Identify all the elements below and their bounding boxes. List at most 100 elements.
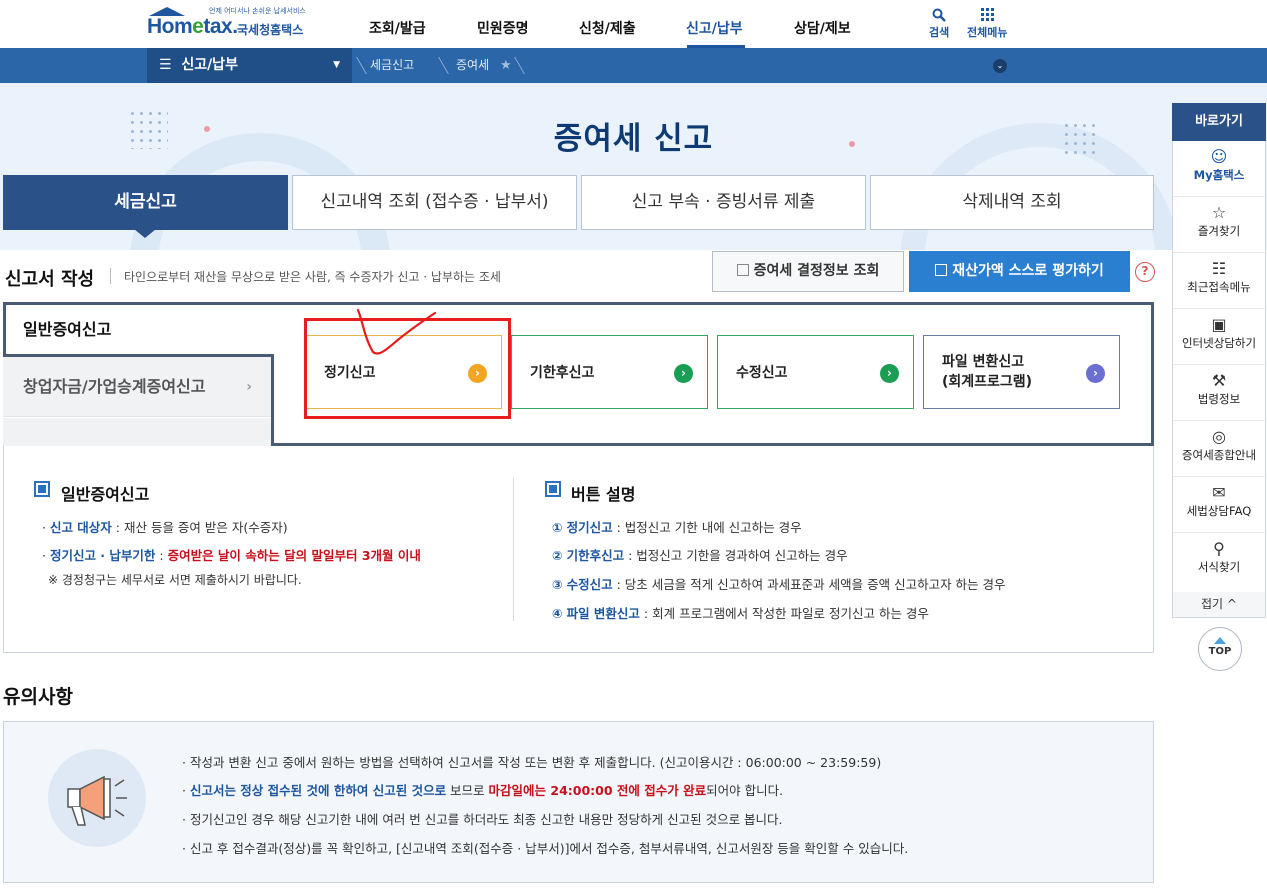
tab-attachment-submit[interactable]: 신고 부속 · 증빙서류 제출 [581, 175, 866, 230]
logo-brand: Hometax. [147, 15, 238, 39]
chevron-up-icon: ^ [1226, 597, 1237, 611]
all-menu-button[interactable]: 전체메뉴 [967, 8, 1007, 40]
quick-item-tax-faq[interactable]: ✉ 세법상담FAQ [1173, 477, 1265, 533]
tab-deleted-history[interactable]: 삭제내역 조회 [870, 175, 1154, 230]
button-desc-num: ④ [552, 606, 563, 621]
logo-brand-post: tax. [203, 15, 238, 38]
note-line: · 신고 후 접수결과(정상)를 꼭 확인하고, [신고내역 조회(접수증 · … [182, 841, 909, 856]
side-tab-filler [3, 418, 272, 446]
card-late-report[interactable]: 기한후신고 › [511, 335, 708, 409]
info-deadline-label: 정기신고 · 납부기한 [49, 548, 156, 563]
info-left-title: 일반증여신고 [61, 485, 150, 504]
coins-icon: ◎ [1212, 427, 1226, 446]
button-desc-text: : 회계 프로그램에서 작성한 파일로 정기신고 하는 경우 [639, 606, 929, 621]
quick-item-label: 서식찾기 [1197, 560, 1241, 574]
card-file-conversion-report[interactable]: 파일 변환신고 (회계프로그램) › [923, 335, 1120, 409]
hamburger-icon: ☰ [159, 57, 172, 73]
nav-item-civil[interactable]: 민원증명 [477, 18, 529, 38]
button-desc-text: : 법정신고 기한을 경과하여 신고하는 경우 [624, 548, 848, 563]
button-desc-line: ④ 파일 변환신고 : 회계 프로그램에서 작성한 파일로 정기신고 하는 경우 [552, 603, 929, 622]
quick-item-form-search[interactable]: ⚲ 서식찾기 [1173, 533, 1265, 589]
breadcrumb: ☰ 신고/납부 ▼ 세금신고 증여세 ★ ⌄ [0, 48, 1267, 83]
section-description: 타인으로부터 재산을 무상으로 받은 사람, 즉 수증자가 신고 · 납부하는 … [124, 270, 501, 284]
help-icon[interactable]: ? [1135, 262, 1155, 282]
note-line-red: 마감일에는 24:00:00 전에 접수가 완료 [488, 783, 707, 798]
top-label: TOP [1208, 646, 1232, 657]
info-right-title: 버튼 설명 [571, 485, 636, 504]
quick-item-label: 세법상담FAQ [1186, 504, 1252, 518]
quick-item-label: 인터넷상담하기 [1181, 336, 1257, 350]
button-desc-text: : 당초 세금을 적게 신고하여 과세표준과 세액을 증액 신고하고자 하는 경… [612, 577, 1006, 592]
card-amended-report[interactable]: 수정신고 › [717, 335, 914, 409]
breadcrumb-item-tax-report[interactable]: 세금신고 [370, 48, 414, 83]
logo-brand-pre: Hom [147, 15, 193, 38]
quick-menu-fold-button[interactable]: 접기 ^ [1173, 592, 1265, 617]
note-line-text: 신고 후 접수결과(정상)를 꼭 확인하고, [신고내역 조회(접수증 · 납부… [189, 841, 909, 856]
button-desc-text: : 법정신고 기한 내에 신고하는 경우 [612, 520, 802, 535]
checkbox-icon [935, 264, 948, 276]
card-label-line2: (회계프로그램) [942, 374, 1033, 390]
arrow-right-icon: › [1086, 364, 1105, 383]
tab-report-history[interactable]: 신고내역 조회 (접수증 · 납부서) [292, 175, 577, 230]
button-desc-line: ③ 수정신고 : 당초 세금을 적게 신고하여 과세표준과 세액을 증액 신고하… [552, 574, 1006, 593]
scroll-top-button[interactable]: TOP [1198, 627, 1242, 671]
search-button[interactable]: 검색 [929, 8, 949, 40]
notes-title: 유의사항 [3, 686, 73, 708]
info-target-line: · 신고 대상자 : 재산 등을 증여 받은 자(수증자) [42, 520, 288, 535]
note-line: · 작성과 변환 신고 중에서 원하는 방법을 선택하여 신고서를 작성 또는 … [182, 755, 882, 770]
gift-tax-decision-lookup-button[interactable]: 증여세 결정정보 조회 [712, 251, 904, 292]
card-label: 파일 변환신고 (회계프로그램) [942, 352, 1032, 392]
grid-icon [967, 8, 1007, 24]
panel-joint [270, 305, 274, 354]
laptop-icon: ▣ [1211, 315, 1227, 334]
info-target-text: : 재산 등을 증여 받은 자(수증자) [111, 520, 288, 535]
fold-label: 접기 [1201, 597, 1224, 611]
section-title: 신고서 작성 [5, 269, 95, 290]
note-line-text: 정기신고인 경우 해당 신고기한 내에 여러 번 신고를 하더라도 최종 신고한… [189, 812, 783, 827]
nav-item-apply[interactable]: 신청/제출 [579, 18, 636, 38]
quick-item-label: 법령정보 [1197, 392, 1241, 406]
person-icon: ☺ [1210, 147, 1228, 166]
logo-korean: 국세청홈택스 [237, 23, 304, 37]
quick-item-online-consult[interactable]: ▣ 인터넷상담하기 [1173, 309, 1265, 365]
self-valuation-button[interactable]: 재산가액 스스로 평가하기 [909, 251, 1130, 292]
button-desc-line: ① 정기신고 : 법정신고 기한 내에 신고하는 경우 [552, 517, 802, 536]
card-label: 기한후신고 [530, 365, 595, 381]
square-bullet-icon [34, 481, 50, 497]
eval-button-label: 재산가액 스스로 평가하기 [952, 263, 1104, 279]
gavel-icon: ⚒ [1211, 371, 1227, 390]
note-line: · 정기신고인 경우 해당 신고기한 내에 여러 번 신고를 하더라도 최종 신… [182, 812, 783, 827]
quick-item-label: My홈택스 [1193, 168, 1245, 182]
side-tab-startup-gift[interactable]: 창업자금/가업승계증여신고 › [3, 357, 272, 417]
search-icon: ⚲ [1213, 539, 1225, 558]
card-label-line1: 파일 변환신고 [942, 354, 1025, 370]
breadcrumb-item-gift-tax[interactable]: 증여세 [456, 48, 489, 83]
nav-item-consult[interactable]: 상담/제보 [794, 18, 851, 38]
info-target-label: 신고 대상자 [49, 520, 112, 535]
quick-item-favorites[interactable]: ☆ 즐겨찾기 [1173, 197, 1265, 253]
hometax-logo[interactable]: 언제 어디서나 손쉬운 납세서비스 Hometax. 국세청홈택스 [147, 6, 317, 42]
button-desc-num: ③ [552, 577, 563, 592]
nav-item-lookup[interactable]: 조회/발급 [369, 18, 426, 38]
logo-brand-e: e [192, 15, 204, 38]
button-desc-num: ② [552, 548, 563, 563]
tab-tax-report[interactable]: 세금신고 [3, 175, 288, 230]
button-desc-label: 파일 변환신고 [566, 606, 640, 621]
arrow-right-icon: › [880, 364, 899, 383]
quick-item-gift-tax-guide[interactable]: ◎ 증여세종합안내 [1173, 421, 1265, 477]
lookup-button-label: 증여세 결정정보 조회 [753, 263, 880, 279]
button-desc-label: 수정신고 [566, 577, 613, 592]
caret-down-icon: ▼ [333, 60, 340, 70]
button-desc-label: 기한후신고 [566, 548, 625, 563]
breadcrumb-separator [427, 57, 449, 74]
quick-item-my-hometax[interactable]: ☺ My홈택스 [1173, 141, 1265, 197]
tab-active-pointer [134, 229, 156, 238]
nav-item-report[interactable]: 신고/납부 [686, 18, 743, 38]
breadcrumb-menu-select[interactable]: ☰ 신고/납부 ▼ [147, 48, 352, 83]
chevron-down-icon[interactable]: ⌄ [993, 59, 1007, 73]
side-tab-general-gift[interactable]: 일반증여신고 [3, 302, 272, 357]
quick-item-recent[interactable]: ☷ 최근접속메뉴 [1173, 253, 1265, 309]
all-menu-label: 전체메뉴 [967, 26, 1008, 39]
checkbox-icon [736, 264, 749, 276]
quick-item-law-info[interactable]: ⚒ 법령정보 [1173, 365, 1265, 421]
